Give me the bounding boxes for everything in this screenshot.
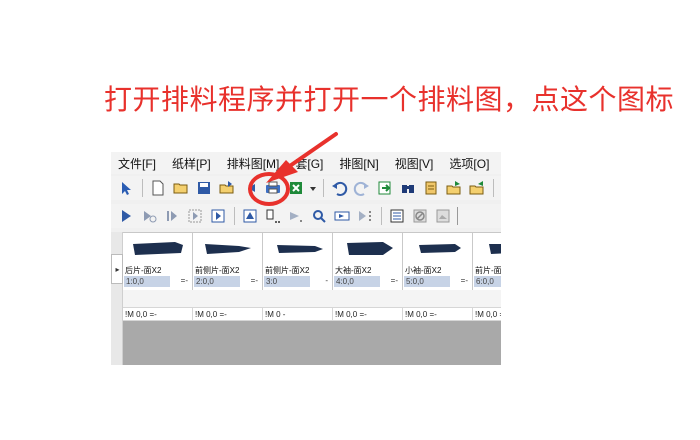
menu-file[interactable]: 文件[F] <box>113 155 161 172</box>
piece-name: 前侧片-面X2 <box>195 266 240 275</box>
piece-shape-back <box>133 242 183 255</box>
piece-count: 6:0,0 <box>474 276 501 287</box>
document-icon[interactable] <box>420 177 442 199</box>
list-icon[interactable] <box>386 205 408 227</box>
piece-name: 后片-面X2 <box>125 266 162 275</box>
piece-count: 1:0,0 <box>124 276 170 287</box>
select-arrow-icon[interactable] <box>115 177 137 199</box>
piece-card[interactable]: 小袖-面X2 5:0,0 =- <box>403 233 473 291</box>
piece-status-cell: !M 0,0 =- <box>403 308 473 322</box>
piece-name: 小袖-面X2 <box>405 266 442 275</box>
open-marker-icon[interactable] <box>216 177 238 199</box>
toolbar-grip[interactable] <box>457 207 463 225</box>
folder-import-icon[interactable] <box>466 177 488 199</box>
piece-card[interactable]: 大袖-面X2 4:0,0 =- <box>333 233 403 291</box>
step-icon[interactable] <box>161 205 183 227</box>
binoculars-icon[interactable] <box>397 177 419 199</box>
play-icon[interactable] <box>115 205 137 227</box>
piece-count: 5:0,0 <box>404 276 450 287</box>
piece-status-row: !M 0,0 =- !M 0,0 =- !M 0 - !M 0,0 =- !M … <box>123 307 501 322</box>
step-into-icon[interactable] <box>184 205 206 227</box>
piece-dots-icon[interactable] <box>354 205 376 227</box>
menu-pattern[interactable]: 纸样[P] <box>167 155 216 172</box>
stop-icon[interactable] <box>138 205 160 227</box>
pieces-icon[interactable] <box>239 205 261 227</box>
auto-nest-icon[interactable] <box>285 205 307 227</box>
stage: 打开排料程序并打开一个排料图，点这个图标 文件[F] 纸样[P] 排料图[M] … <box>0 0 700 440</box>
left-tab-strip: ▸ <box>111 232 123 365</box>
piece-count: 3:0 <box>264 276 310 287</box>
piece-shape-front-side <box>205 244 251 254</box>
toolbar-separator <box>142 179 143 197</box>
piece-count: 4:0,0 <box>334 276 380 287</box>
piece-count: 2:0,0 <box>194 276 240 287</box>
zoom-piece-icon[interactable] <box>308 205 330 227</box>
piece-list: 后片-面X2 1:0,0 =- 前侧片-面X2 2:0,0 =- 前侧片-面X2… <box>123 232 501 291</box>
piece-status-cell: !M 0,0 =- <box>473 308 501 322</box>
piece-frame-icon[interactable] <box>331 205 353 227</box>
side-tab[interactable]: ▸ <box>111 254 123 284</box>
piece-flag: - <box>325 276 328 285</box>
instruction-caption: 打开排料程序并打开一个排料图，点这个图标 <box>104 83 675 116</box>
piece-list-gap <box>123 290 501 307</box>
new-file-icon[interactable] <box>147 177 169 199</box>
piece-card[interactable]: 前侧片-面X2 2:0,0 =- <box>193 233 263 291</box>
pointer-arrow <box>266 132 338 183</box>
piece-status-cell: !M 0 - <box>263 308 333 322</box>
piece-shape-under-sleeve <box>419 244 461 253</box>
toolbar-separator <box>234 207 235 225</box>
piece-flag: =- <box>390 276 398 285</box>
piece-card[interactable]: 后片-面X2 1:0,0 =- <box>123 233 193 291</box>
piece-status-cell: !M 0,0 =- <box>193 308 263 322</box>
toolbar-separator <box>493 179 494 197</box>
menu-view[interactable]: 视图[V] <box>390 155 439 172</box>
piece-name: 前侧片-面X2 <box>265 266 310 275</box>
save-icon[interactable] <box>193 177 215 199</box>
pieces-dots-icon[interactable] <box>262 205 284 227</box>
piece-name: 大袖-面X2 <box>335 266 372 275</box>
export-icon[interactable] <box>374 177 396 199</box>
piece-flag: =- <box>250 276 258 285</box>
piece-shape-front <box>489 244 501 254</box>
image-icon[interactable] <box>432 205 454 227</box>
piece-flag: =- <box>460 276 468 285</box>
piece-status-cell: !M 0,0 =- <box>123 308 193 322</box>
no-icon[interactable] <box>409 205 431 227</box>
piece-status-cell: !M 0,0 =- <box>333 308 403 322</box>
piece-card[interactable]: 前侧片-面X2 3:0 - <box>263 233 333 291</box>
piece-card[interactable]: 前片-面X2 6:0,0 =- <box>473 233 501 291</box>
open-folder-icon[interactable] <box>170 177 192 199</box>
toolbar-separator <box>381 207 382 225</box>
play-box-icon[interactable] <box>207 205 229 227</box>
piece-flag: =- <box>180 276 188 285</box>
piece-shape-front-side-2 <box>277 245 323 253</box>
menu-options[interactable]: 选项[O] <box>444 155 494 172</box>
folder-export-icon[interactable] <box>443 177 465 199</box>
piece-name: 前片-面X2 <box>475 266 501 275</box>
piece-shape-top-sleeve <box>347 242 393 255</box>
marker-workspace[interactable] <box>123 321 501 365</box>
layout-toolbar <box>111 204 501 228</box>
